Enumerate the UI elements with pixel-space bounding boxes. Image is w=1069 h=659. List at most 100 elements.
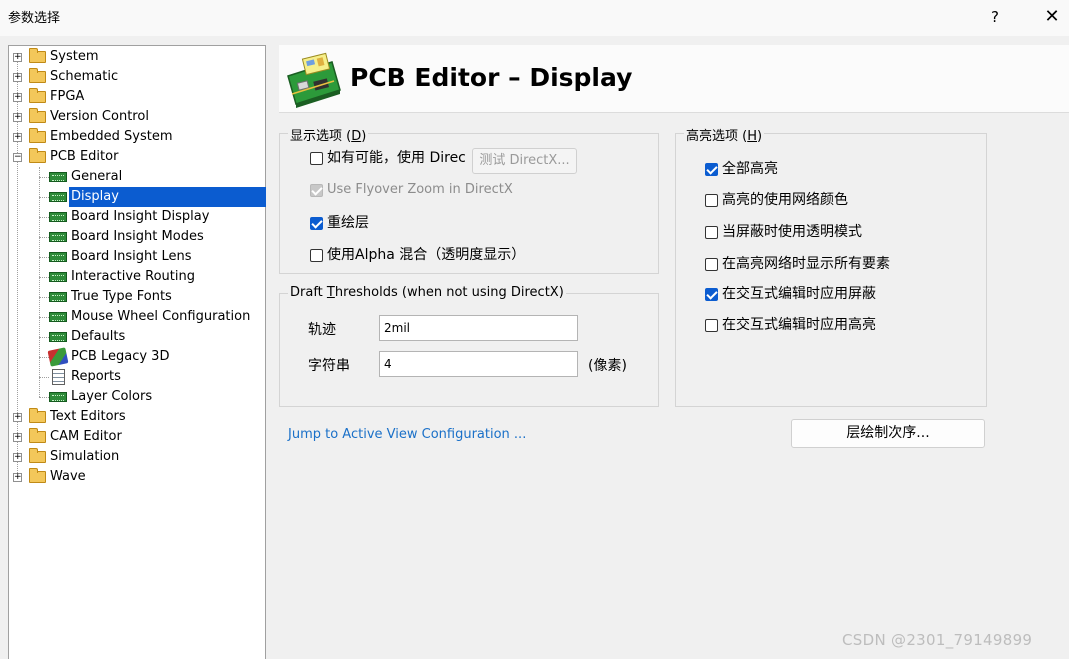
- tree-item-text-editors[interactable]: + Text Editors: [9, 407, 128, 427]
- tree-item-label: System: [50, 49, 99, 64]
- tree-item-label: Simulation: [50, 449, 120, 464]
- pcb-board-icon: [49, 292, 67, 302]
- tree-item-reports[interactable]: Reports: [49, 367, 123, 387]
- tree-item-board-insight-lens[interactable]: Board Insight Lens: [49, 247, 194, 267]
- tree-item-label: Reports: [71, 369, 121, 384]
- tree-connector: [39, 257, 49, 258]
- group-title: 高亮选项 (H): [684, 125, 765, 144]
- mask-transparent-option[interactable]: 当屏蔽时使用透明模式: [705, 222, 862, 242]
- tree-item-interactive-routing[interactable]: Interactive Routing: [49, 267, 197, 287]
- tree-item-defaults[interactable]: Defaults: [49, 327, 127, 347]
- highlight-net-color-option[interactable]: 高亮的使用网络颜色: [705, 190, 848, 210]
- tree-item-pcb-editor[interactable]: − PCB Editor: [9, 147, 120, 167]
- highlight-option-label: 全部高亮: [722, 161, 778, 177]
- tree-item-mouse-wheel-configuration[interactable]: Mouse Wheel Configuration: [49, 307, 252, 327]
- report-icon: [52, 369, 65, 385]
- tree-item-true-type-fonts[interactable]: True Type Fonts: [49, 287, 174, 307]
- show-all-primitives-option[interactable]: 在高亮网络时显示所有要素: [705, 254, 890, 274]
- flyover-zoom-checkbox[interactable]: [310, 183, 323, 197]
- tree-item-layer-colors[interactable]: Layer Colors: [49, 387, 154, 407]
- expand-icon[interactable]: +: [13, 413, 22, 422]
- tree-connector: [39, 197, 49, 198]
- use-directx-label: 如有可能，使用 Direc: [327, 150, 466, 166]
- tree-item-label: True Type Fonts: [71, 289, 172, 304]
- tree-item-version-control[interactable]: + Version Control: [9, 107, 151, 127]
- tree-item-cam-editor[interactable]: + CAM Editor: [9, 427, 124, 447]
- alpha-blend-checkbox[interactable]: [310, 248, 323, 262]
- tree-connector: [39, 167, 40, 397]
- folder-icon: [29, 448, 46, 463]
- expand-icon[interactable]: +: [13, 93, 22, 102]
- tree-item-schematic[interactable]: + Schematic: [9, 67, 120, 87]
- tree-item-label: CAM Editor: [50, 429, 122, 444]
- strings-label: 字符串: [308, 358, 350, 374]
- use-directx-checkbox[interactable]: [310, 151, 323, 165]
- tree-item-board-insight-modes[interactable]: Board Insight Modes: [49, 227, 206, 247]
- group-title-accesskey: T: [326, 285, 335, 300]
- strings-input[interactable]: [379, 351, 578, 377]
- layer-drawing-order-button[interactable]: 层绘制次序...: [791, 419, 985, 448]
- pcb-board-icon: [49, 192, 67, 202]
- highlight-all-checkbox[interactable]: [705, 162, 718, 176]
- flyover-zoom-option[interactable]: Use Flyover Zoom in DirectX: [310, 180, 513, 200]
- tracks-input[interactable]: [379, 315, 578, 341]
- highlight-option-label: 当屏蔽时使用透明模式: [722, 224, 862, 240]
- tree-item-fpga[interactable]: + FPGA: [9, 87, 86, 107]
- redraw-layers-checkbox[interactable]: [310, 216, 323, 230]
- tree-item-simulation[interactable]: + Simulation: [9, 447, 121, 467]
- highlight-net-color-checkbox[interactable]: [705, 193, 718, 207]
- tree-item-display[interactable]: Display: [49, 187, 266, 207]
- tree-item-board-insight-display[interactable]: Board Insight Display: [49, 207, 211, 227]
- tree-item-label: Wave: [50, 469, 86, 484]
- expand-icon[interactable]: +: [13, 433, 22, 442]
- folder-icon: [29, 428, 46, 443]
- expand-icon[interactable]: +: [13, 453, 22, 462]
- tree-item-label: General: [71, 169, 123, 184]
- tree-connector: [39, 337, 49, 338]
- tree-item-wave[interactable]: + Wave: [9, 467, 88, 487]
- interactive-mask-option[interactable]: 在交互式编辑时应用屏蔽: [705, 284, 876, 304]
- tree-item-label: Board Insight Display: [71, 209, 210, 224]
- pcb-board-icon: [49, 272, 67, 282]
- highlight-all-option[interactable]: 全部高亮: [705, 159, 778, 179]
- tree-item-label: Mouse Wheel Configuration: [71, 309, 251, 324]
- group-title-text: 高亮选项 (: [686, 129, 748, 144]
- tree-item-general[interactable]: General: [49, 167, 124, 187]
- alpha-blend-option[interactable]: 使用Alpha 混合（透明度显示）: [310, 245, 525, 265]
- help-button[interactable]: ?: [980, 4, 1010, 30]
- tree-item-embedded-system[interactable]: + Embedded System: [9, 127, 175, 147]
- pcb-board-icon: [49, 312, 67, 322]
- highlight-options-group: 高亮选项 (H) 全部高亮 高亮的使用网络颜色 当屏蔽时使用透明模式 在高亮网络…: [675, 125, 987, 407]
- pcb-board-icon: [49, 172, 67, 182]
- legacy-3d-icon: [47, 347, 69, 367]
- close-button[interactable]: ✕: [1037, 4, 1067, 30]
- tree-item-label: FPGA: [50, 89, 85, 104]
- tree-item-label: Version Control: [50, 109, 149, 124]
- group-title-accesskey: D: [351, 129, 362, 144]
- pcb-board-icon: [49, 392, 67, 402]
- tree-connector: [39, 397, 49, 398]
- expand-icon[interactable]: +: [13, 473, 22, 482]
- folder-icon: [29, 108, 46, 123]
- interactive-highlight-checkbox[interactable]: [705, 318, 718, 332]
- tree-item-label: Text Editors: [50, 409, 126, 424]
- redraw-layers-option[interactable]: 重绘层: [310, 213, 369, 233]
- tree-item-system[interactable]: + System: [9, 47, 100, 67]
- test-directx-button[interactable]: 测试 DirectX...: [472, 148, 577, 174]
- interactive-highlight-option[interactable]: 在交互式编辑时应用高亮: [705, 315, 876, 335]
- expand-icon[interactable]: +: [13, 53, 22, 62]
- pcb-board-icon: [49, 252, 67, 262]
- show-all-primitives-checkbox[interactable]: [705, 257, 718, 271]
- folder-icon: [29, 48, 46, 63]
- tree-item-pcb-legacy-3d[interactable]: PCB Legacy 3D: [47, 347, 171, 367]
- mask-transparent-checkbox[interactable]: [705, 225, 718, 239]
- expand-icon[interactable]: +: [13, 73, 22, 82]
- jump-to-view-config-link[interactable]: Jump to Active View Configuration ...: [288, 427, 526, 442]
- preferences-tree[interactable]: + System + Schematic + FPGA + Version Co…: [8, 45, 266, 659]
- expand-icon[interactable]: +: [13, 113, 22, 122]
- expand-icon[interactable]: +: [13, 133, 22, 142]
- collapse-icon[interactable]: −: [13, 153, 22, 162]
- interactive-mask-checkbox[interactable]: [705, 287, 718, 301]
- use-directx-option[interactable]: 如有可能，使用 Direc: [310, 148, 466, 168]
- tree-connector: [39, 217, 49, 218]
